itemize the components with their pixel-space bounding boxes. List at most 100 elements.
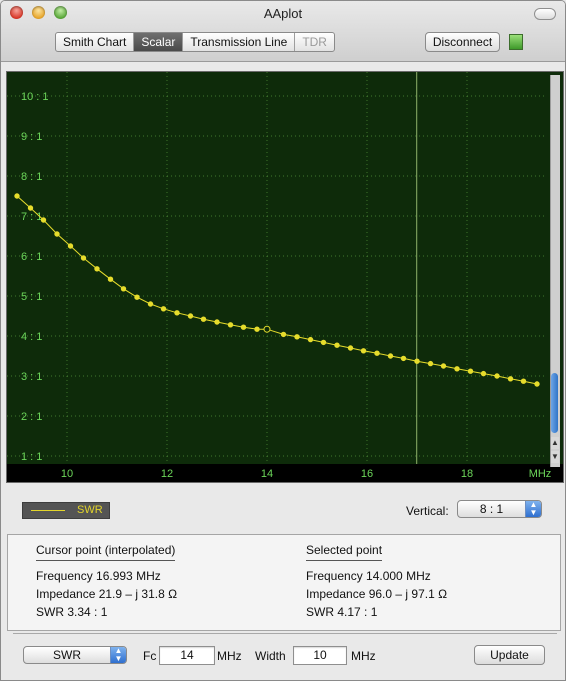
x-tick-label: 12 <box>161 468 173 480</box>
view-tabs: Smith Chart Scalar Transmission Line TDR <box>55 32 335 52</box>
data-point <box>54 231 60 237</box>
app-window: AAplot Smith Chart Scalar Transmission L… <box>0 0 566 681</box>
data-point <box>454 366 460 372</box>
cursor-swr: SWR 3.34 : 1 <box>36 605 108 619</box>
data-point <box>147 301 154 307</box>
fc-unit: MHz <box>217 649 242 663</box>
data-point <box>240 324 247 330</box>
width-unit: MHz <box>351 649 376 663</box>
data-point <box>507 376 514 382</box>
point-info-panel: Cursor point (interpolated) Frequency 16… <box>7 534 561 631</box>
data-point <box>494 373 500 379</box>
data-point <box>400 355 407 362</box>
data-point <box>480 370 487 377</box>
data-point <box>134 294 140 300</box>
y-tick-label: 7 : 1 <box>21 211 42 223</box>
data-point <box>360 348 367 354</box>
data-point <box>320 339 327 346</box>
selected-frequency: Frequency 14.000 MHz <box>306 569 431 583</box>
disconnect-button[interactable]: Disconnect <box>425 32 500 52</box>
data-point <box>387 353 394 359</box>
data-point <box>160 306 167 312</box>
y-tick-label: 10 : 1 <box>21 91 49 103</box>
title-bar: AAplot Smith Chart Scalar Transmission L… <box>1 1 565 62</box>
y-tick-label: 2 : 1 <box>21 411 42 423</box>
data-point <box>67 243 74 249</box>
cursor-impedance: Impedance 21.9 – j 31.8 Ω <box>36 587 178 601</box>
data-point <box>334 342 340 348</box>
scalar-plot[interactable]: 1 : 1 2 : 1 3 : 1 4 : 1 5 : 1 6 : 1 7 : 1 8 : 1… <box>6 71 564 483</box>
x-tick-label: 14 <box>261 468 273 480</box>
y-tick-label: 5 : 1 <box>21 291 42 303</box>
data-point <box>294 334 300 340</box>
data-point <box>94 266 100 272</box>
selected-point-title: Selected point <box>306 543 383 561</box>
scroll-up-arrow[interactable]: ▲ <box>551 437 559 449</box>
stepper-icon: ▲ ▼ <box>525 501 541 517</box>
data-point <box>467 368 474 374</box>
stepper-icon: ▲ ▼ <box>110 647 126 663</box>
legend-label: SWR <box>77 504 103 516</box>
width-label: Width <box>255 649 286 663</box>
data-point <box>120 286 127 292</box>
vertical-scale-select[interactable]: 8 : 1 ▲ ▼ <box>457 500 542 518</box>
legend-swatch <box>31 510 65 511</box>
y-tick-label: 6 : 1 <box>21 251 42 263</box>
vertical-scale-value: 8 : 1 <box>479 502 504 516</box>
legend-swr: SWR <box>22 502 110 519</box>
measurement-select-value: SWR <box>53 648 81 662</box>
y-tick-label: 3 : 1 <box>21 371 42 383</box>
selected-impedance: Impedance 96.0 – j 97.1 Ω <box>306 587 448 601</box>
tab-smith-chart[interactable]: Smith Chart <box>56 33 135 51</box>
data-point <box>14 193 20 199</box>
x-tick-label: 10 <box>61 468 73 480</box>
data-point <box>347 345 354 351</box>
cursor-frequency: Frequency 16.993 MHz <box>36 569 161 583</box>
divider <box>13 633 557 634</box>
connection-status-indicator <box>509 34 523 50</box>
fc-label: Fc <box>143 649 157 663</box>
x-unit-label: MHz <box>529 468 552 480</box>
data-point <box>107 276 114 282</box>
tab-scalar[interactable]: Scalar <box>134 33 184 51</box>
y-tick-label: 4 : 1 <box>21 331 42 343</box>
update-button[interactable]: Update <box>474 645 545 665</box>
selected-swr: SWR 4.17 : 1 <box>306 605 378 619</box>
tab-tdr: TDR <box>302 35 327 49</box>
y-tick-label: 8 : 1 <box>21 171 42 183</box>
measurement-select[interactable]: SWR ▲ ▼ <box>23 646 127 664</box>
data-point <box>174 310 180 316</box>
data-point <box>227 322 234 328</box>
x-tick-label: 16 <box>361 468 373 480</box>
data-point <box>214 319 220 325</box>
window-title: AAplot <box>263 6 303 21</box>
data-point <box>427 360 434 367</box>
data-point <box>280 331 287 338</box>
data-point <box>40 217 47 223</box>
data-point <box>27 205 34 211</box>
x-tick-label: 18 <box>461 468 473 480</box>
data-point <box>534 381 540 387</box>
scrollbar-thumb[interactable] <box>551 373 558 433</box>
tab-transmission-line[interactable]: Transmission Line <box>183 33 296 51</box>
data-point <box>374 350 380 356</box>
data-point <box>520 378 527 384</box>
swr-chart: 1 : 1 2 : 1 3 : 1 4 : 1 5 : 1 6 : 1 7 : 1 8 : 1… <box>7 72 563 482</box>
width-input[interactable]: 10 <box>293 646 347 665</box>
data-point <box>187 313 194 319</box>
vertical-label: Vertical: <box>406 504 449 518</box>
selected-data-point <box>263 325 271 333</box>
data-point <box>200 316 207 322</box>
data-point <box>440 363 447 369</box>
x-axis-band <box>7 464 563 482</box>
data-point <box>414 358 420 364</box>
data-point <box>80 255 87 261</box>
data-point <box>254 326 260 332</box>
toolbar-toggle-button[interactable] <box>534 8 556 20</box>
y-tick-label: 1 : 1 <box>21 451 42 463</box>
y-tick-label: 9 : 1 <box>21 131 42 143</box>
scroll-down-arrow[interactable]: ▼ <box>551 451 559 463</box>
series-line <box>16 195 538 385</box>
data-point <box>307 336 314 343</box>
fc-input[interactable]: 14 <box>159 646 215 665</box>
